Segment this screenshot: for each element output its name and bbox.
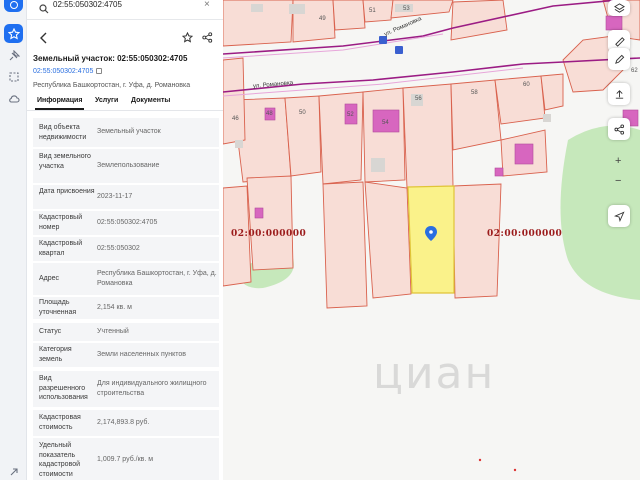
- bus-stop-icon[interactable]: [395, 46, 403, 54]
- tab-information[interactable]: Информация: [34, 97, 85, 110]
- row-value: 02:55:050302: [97, 245, 140, 252]
- house-number: 62: [631, 68, 638, 74]
- map-dot: [513, 468, 517, 472]
- info-row: Кадастровый квартал 02:55:050302: [33, 237, 219, 261]
- app-logo[interactable]: [4, 0, 23, 12]
- map-share-button[interactable]: [608, 118, 630, 140]
- house-number: 60: [523, 82, 530, 88]
- more-rail-button[interactable]: [4, 462, 23, 480]
- row-label: Площадь уточненная: [39, 299, 77, 316]
- row-value: 2,174,893.8 руб.: [97, 419, 150, 426]
- row-value: Для индивидуального жилищного строительс…: [97, 380, 207, 397]
- info-row: Вид земельного участка Землепользование: [33, 149, 219, 183]
- info-row: Вид объекта недвижимости Земельный участ…: [33, 118, 219, 147]
- navigation-arrow-icon: [613, 210, 625, 222]
- row-label: Кадастровая стоимость: [39, 414, 81, 431]
- address-subtitle: Республика Башкортостан, г. Уфа, д. Рома…: [33, 82, 191, 89]
- row-value: Учтенный: [97, 328, 129, 335]
- house-number: 54: [382, 120, 389, 126]
- page-title: Земельный участок: 02:55:050302:4705: [33, 54, 188, 63]
- upload-icon: [615, 89, 623, 99]
- zone-label: 02:00:000000: [487, 229, 563, 239]
- favorite-star-icon[interactable]: [182, 32, 193, 43]
- info-row: Дата присвоения 2023-11-17: [33, 185, 219, 209]
- row-label: Вид объекта недвижимости: [39, 124, 87, 141]
- star-icon: [7, 27, 20, 40]
- cloud-icon: [8, 94, 20, 103]
- row-label: Вид земельного участка: [39, 153, 91, 170]
- house-number: 51: [369, 8, 376, 14]
- house-number: 49: [319, 16, 326, 22]
- share-icon: [613, 123, 624, 135]
- search-icon: [39, 4, 49, 14]
- info-row: Статус Учтенный: [33, 323, 219, 341]
- copy-icon[interactable]: [96, 68, 103, 75]
- arrow-icon: [10, 467, 18, 475]
- cadastral-link[interactable]: 02:55:050302:4705: [33, 68, 103, 75]
- tab-services[interactable]: Услуги: [95, 97, 118, 104]
- left-rail: [0, 0, 27, 480]
- zoom-in-button[interactable]: +: [615, 155, 621, 167]
- house-number: 53: [403, 6, 410, 12]
- close-icon[interactable]: ×: [204, 0, 210, 10]
- row-label: Вид разрешенного использования: [39, 375, 88, 401]
- info-row: Площадь уточненная 2,154 кв. м: [33, 297, 219, 319]
- info-row: Кадастровая стоимость 2,174,893.8 руб.: [33, 410, 219, 436]
- row-value: 2,154 кв. м: [97, 304, 132, 311]
- pencil-icon: [614, 54, 624, 64]
- info-row: Категория земель Земли населенных пункто…: [33, 343, 219, 367]
- select-area-icon: [8, 71, 19, 82]
- row-value: Земли населенных пунктов: [97, 351, 187, 358]
- row-value: 2023-11-17: [97, 193, 133, 200]
- info-row: Кадастровый номер 02:55:050302:4705: [33, 211, 219, 235]
- cadastral-link-text[interactable]: 02:55:050302:4705: [33, 68, 93, 75]
- panel-nav-row: [27, 30, 223, 46]
- row-label: Кадастровый номер: [39, 214, 83, 231]
- row-value: Республика Башкортостан, г. Уфа, д. Рома…: [97, 270, 217, 287]
- tabs: Информация Услуги Документы: [27, 96, 223, 111]
- info-row: Адрес Республика Башкортостан, г. Уфа, д…: [33, 263, 219, 295]
- map-canvas[interactable]: [223, 0, 640, 480]
- tools-rail-button[interactable]: [4, 46, 23, 65]
- house-number: 50: [299, 110, 306, 116]
- row-value: 02:55:050302:4705: [97, 219, 158, 226]
- upload-button[interactable]: [608, 83, 630, 105]
- cloud-rail-button[interactable]: [4, 89, 23, 108]
- zoom-out-button[interactable]: −: [615, 175, 621, 187]
- row-label: Удельный показатель кадастровой стоимост…: [39, 442, 81, 478]
- select-area-rail-button[interactable]: [4, 67, 23, 86]
- row-label: Адрес: [39, 275, 60, 282]
- back-icon[interactable]: [39, 32, 48, 44]
- row-value: 1,009.7 руб./кв. м: [97, 456, 154, 463]
- tab-documents[interactable]: Документы: [131, 97, 170, 104]
- house-number: 46: [232, 116, 239, 122]
- info-row: Вид разрешенного использования Для индив…: [33, 371, 219, 407]
- favorites-rail-button[interactable]: [4, 24, 23, 43]
- house-number: 48: [266, 111, 273, 117]
- pin-tool-icon: [9, 49, 20, 60]
- ruler-icon: [614, 36, 625, 47]
- house-number: 58: [471, 90, 478, 96]
- search-bar[interactable]: 02:55:050302:4705 ×: [27, 0, 223, 20]
- house-number: 56: [415, 96, 422, 102]
- layers-icon: [613, 2, 625, 13]
- info-panel: 02:55:050302:4705 × Земельный участок: 0…: [27, 0, 223, 480]
- share-icon[interactable]: [202, 32, 213, 43]
- house-number: 52: [347, 112, 354, 118]
- edit-button[interactable]: [608, 48, 630, 70]
- info-row: Удельный показатель кадастровой стоимост…: [33, 438, 219, 480]
- row-value: Земельный участок: [97, 128, 161, 135]
- row-label: Кадастровый квартал: [39, 240, 83, 257]
- watermark-logo: циан: [373, 348, 496, 399]
- zone-label: 02:00:000000: [231, 229, 307, 239]
- row-label: Дата присвоения: [39, 188, 95, 195]
- row-label: Статус: [39, 328, 62, 335]
- cadastral-map[interactable]: 49 51 53 50 52 54 56 58 60 46 48 62 ул. …: [223, 0, 640, 480]
- row-value: Землепользование: [97, 162, 160, 169]
- layers-button[interactable]: [608, 0, 630, 16]
- row-label: Категория земель: [39, 346, 72, 363]
- locate-me-button[interactable]: [608, 205, 630, 227]
- map-dot: [478, 458, 482, 462]
- search-input[interactable]: 02:55:050302:4705: [53, 0, 122, 10]
